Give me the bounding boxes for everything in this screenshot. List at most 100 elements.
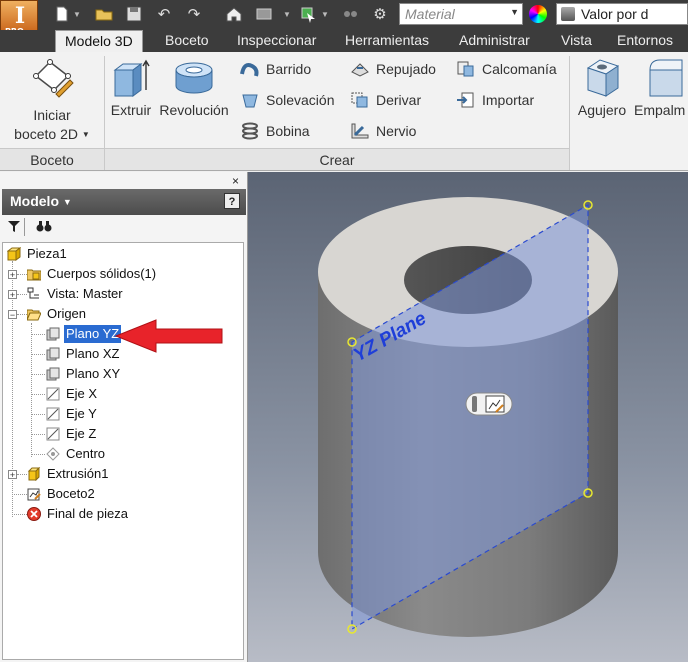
import-icon xyxy=(456,91,476,109)
coil-icon xyxy=(240,122,260,140)
decal-icon xyxy=(456,60,476,78)
tab-administrar[interactable]: Administrar xyxy=(459,30,530,52)
hole-icon xyxy=(582,56,622,100)
tree-label: Final de pieza xyxy=(47,506,128,521)
tab-vista[interactable]: Vista xyxy=(561,30,592,52)
fillet-button[interactable]: Empalm xyxy=(634,56,688,118)
fillet-label: Empalm xyxy=(634,102,686,118)
expand-toggle[interactable]: + xyxy=(8,290,17,300)
home-icon[interactable] xyxy=(224,5,244,25)
app-letter: I xyxy=(14,3,26,29)
collapse-toggle[interactable]: − xyxy=(8,310,17,320)
browser-title-dropdown[interactable]: Modelo ▼ xyxy=(10,193,72,209)
filter-icon[interactable] xyxy=(7,219,21,236)
select-dropdown-icon[interactable]: ▼ xyxy=(320,5,330,25)
chevron-down-icon: ▼ xyxy=(81,130,90,139)
tree-connector xyxy=(31,414,45,415)
tree-connector xyxy=(12,514,27,515)
panel-title-boceto: Boceto xyxy=(0,148,104,170)
start-sketch-label-1: Iniciar xyxy=(33,107,71,123)
emboss-icon xyxy=(350,60,370,78)
new-dropdown-icon[interactable]: ▼ xyxy=(72,5,82,25)
update-dropdown-icon[interactable]: ▼ xyxy=(282,5,292,25)
emboss-label: Repujado xyxy=(376,61,436,77)
work-plane-icon xyxy=(46,367,60,381)
tree-connector xyxy=(31,454,45,455)
revolve-button[interactable]: Revolución xyxy=(156,56,232,118)
extrusion-feature-icon xyxy=(27,466,41,482)
tree-connector xyxy=(17,474,27,475)
new-file-icon[interactable] xyxy=(52,5,72,25)
extrude-button[interactable]: Extruir xyxy=(108,56,154,118)
tab-boceto[interactable]: Boceto xyxy=(165,30,209,52)
tree-connector xyxy=(31,394,45,395)
extrude-icon xyxy=(111,56,151,100)
end-of-part-icon xyxy=(27,507,41,521)
measure-icon[interactable] xyxy=(340,5,360,25)
expand-toggle[interactable]: + xyxy=(8,470,17,480)
redo-icon[interactable]: ↷ xyxy=(184,5,204,25)
tree-connector xyxy=(12,494,27,495)
tree-connector xyxy=(31,323,32,457)
browser-header: Modelo ▼ ? xyxy=(2,189,246,215)
revolve-label: Revolución xyxy=(159,102,229,118)
start-sketch-label-2: boceto 2D xyxy=(14,126,78,142)
annotation-arrow-icon xyxy=(114,319,223,353)
browser-toolbar xyxy=(2,218,246,238)
hole-label: Agujero xyxy=(577,102,627,118)
tree-label: Extrusión1 xyxy=(47,466,109,481)
help-button[interactable]: ? xyxy=(224,193,240,209)
view-rep-icon xyxy=(27,287,41,301)
tree-label: Vista: Master xyxy=(47,286,123,301)
open-folder-icon[interactable] xyxy=(94,5,114,25)
sweep-icon xyxy=(240,60,260,78)
find-binoculars-icon[interactable] xyxy=(36,219,52,236)
expand-toggle[interactable]: + xyxy=(8,270,17,280)
import-label: Importar xyxy=(482,92,535,108)
derive-label: Derivar xyxy=(376,92,422,108)
sweep-label: Barrido xyxy=(266,61,312,77)
tree-label: Pieza1 xyxy=(27,246,67,261)
update-icon[interactable] xyxy=(254,5,274,25)
settings-gear-icon[interactable]: ⚙ xyxy=(370,5,390,25)
close-icon[interactable]: × xyxy=(232,174,239,188)
ribbon-tabs: Modelo 3D Boceto Inspeccionar Herramient… xyxy=(0,30,688,52)
graphics-viewport[interactable]: YZ Plane xyxy=(248,172,688,662)
model-browser: × Modelo ▼ ? Pieza1 + Cuerpos sólidos(1)… xyxy=(0,172,248,662)
tab-inspeccionar[interactable]: Inspeccionar xyxy=(237,30,316,52)
extrude-label: Extruir xyxy=(110,102,152,118)
open-folder-icon xyxy=(26,307,42,321)
start-2d-sketch-button[interactable]: Iniciar boceto 2D ▼ xyxy=(8,56,96,144)
tree-label: Eje Y xyxy=(66,406,97,421)
sketch-icon xyxy=(30,56,74,100)
revolve-icon xyxy=(172,56,216,100)
tab-entornos[interactable]: Entornos xyxy=(617,30,673,52)
tree-label: Origen xyxy=(47,306,87,321)
tree-label: Centro xyxy=(66,446,106,461)
tree-label: Boceto2 xyxy=(47,486,95,501)
undo-icon[interactable]: ↶ xyxy=(154,5,174,25)
material-dropdown[interactable]: Material ▼ xyxy=(399,3,523,25)
appearance-value: Valor por d xyxy=(581,6,649,22)
tree-label: Eje X xyxy=(66,386,98,401)
work-axis-icon xyxy=(46,427,60,441)
select-icon[interactable] xyxy=(298,5,318,25)
coil-label: Bobina xyxy=(266,123,310,139)
part-icon xyxy=(6,247,22,261)
quick-access-toolbar: ▼ ↶ ↷ ▼ ▼ ⚙ Material ▼ Valor por d xyxy=(0,0,688,30)
tab-modelo-3d[interactable]: Modelo 3D xyxy=(55,30,143,52)
loft-icon xyxy=(240,91,260,109)
tree-connector xyxy=(17,294,27,295)
rib-icon xyxy=(350,122,370,140)
hole-button[interactable]: Agujero xyxy=(574,56,630,118)
work-plane-icon xyxy=(46,347,60,361)
sketch-minitoolbar-icon[interactable] xyxy=(465,392,513,416)
sketch-icon xyxy=(27,487,41,501)
model-view: YZ Plane xyxy=(318,197,618,637)
appearance-dropdown[interactable]: Valor por d xyxy=(556,3,688,25)
save-icon[interactable] xyxy=(124,5,144,25)
work-axis-icon xyxy=(46,407,60,421)
browser-title: Modelo xyxy=(10,193,59,209)
tab-herramientas[interactable]: Herramientas xyxy=(345,30,429,52)
color-wheel-icon[interactable] xyxy=(529,5,547,23)
